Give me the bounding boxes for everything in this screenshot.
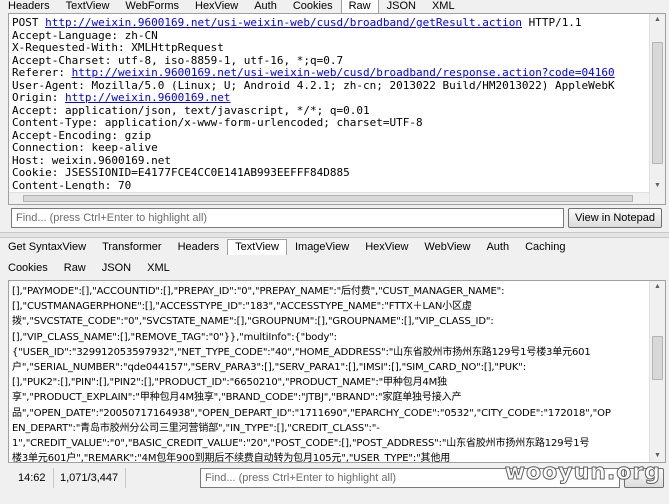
response-tab-hexview[interactable]: HexView [357,239,416,255]
request-raw-line-text: Accept-Charset: utf-8, iso-8859-1, utf-1… [12,53,344,67]
request-raw-line-text: Content-Type: application/x-www-form-url… [12,116,423,129]
request-raw-line-text: Content-Length: 70 [12,178,132,190]
request-raw-line-text: X-Requested-With: XMLHttpRequest [12,41,224,54]
response-tab-textview[interactable]: TextView [227,239,287,255]
request-raw-line-text: Cookie: JSESSIONID=E4177FCE4CC0E141AB993… [12,166,350,179]
response-text-body[interactable]: [],"PAYMODE":[],"ACCOUNTID":[],"PREPAY_I… [12,284,647,462]
status-position: 1,071/3,447 [54,468,126,488]
response-text-line: 楼3单元601户","REMARK":"4M包年900到期后不续费自动转为包月1… [12,453,451,462]
request-raw-line-text: Referer: [12,66,72,79]
response-tab-auth[interactable]: Auth [478,239,517,255]
request-raw-line-text: POST [12,17,46,29]
response-text-line: [],"PUK2":[],"PIN":[],"PIN2":[],"PRODUCT… [12,377,447,389]
response-text-line: EN_DEPART":"青岛市胶州分公司三里河营销部","IN_TYPE":[]… [12,422,380,434]
response-tab-bar-row2: Cookies Raw JSON XML [0,260,178,276]
response-tab-webview[interactable]: WebView [416,239,478,255]
request-tab-raw[interactable]: Raw [340,0,379,13]
request-raw-line-text: Accept-Language: zh-CN [12,28,158,42]
request-tab-hexview[interactable]: HexView [187,0,246,13]
response-tab-bar-row1: Get SyntaxView Transformer Headers TextV… [0,239,573,255]
request-tab-auth[interactable]: Auth [246,0,285,13]
response-text-line: 享","PRODUCT_EXPLAIN":"甲种包月4M独享","BRAND_C… [12,392,462,404]
response-vertical-scrollbar[interactable]: ▲ ▼ [649,281,665,462]
response-tab-cookies[interactable]: Cookies [0,260,56,276]
request-raw-text[interactable]: POST http://weixin.9600169.net/usi-weixi… [12,17,647,190]
pane-splitter[interactable] [0,232,669,238]
request-raw-line: Content-Length: 70 [12,178,647,190]
request-raw-line-text: Host: weixin.9600169.net [12,153,171,167]
request-vscroll-thumb[interactable] [652,42,663,164]
request-tab-bar: Headers TextView WebForms HexView Auth C… [0,0,463,13]
scroll-down-arrow-icon[interactable]: ▼ [650,450,665,462]
request-horizontal-scrollbar[interactable] [9,192,649,204]
request-find-input[interactable]: Find... (press Ctrl+Enter to highlight a… [11,208,564,228]
response-text-line: 1","CREDIT_VALUE":"0","BASIC_CREDIT_VALU… [12,438,590,450]
response-text-line: 拨","SVCSTATE_CODE":"0","SVCSTATE_NAME":[… [12,316,494,328]
response-text-line: [],"CUSTMANAGERPHONE":[],"ACCESSTYPE_ID"… [12,301,472,313]
response-tab-imageview[interactable]: ImageView [287,239,357,255]
scroll-up-arrow-icon[interactable]: ▲ [650,14,665,26]
request-url-link[interactable]: http://weixin.9600169.net [65,91,231,104]
status-bar: 14:62 1,071/3,447 Find... (press Ctrl+En… [0,466,669,490]
request-hscroll-thumb[interactable] [23,195,633,202]
response-tab-raw[interactable]: Raw [56,260,94,276]
response-tab-xml[interactable]: XML [139,260,178,276]
scroll-down-arrow-icon[interactable]: ▼ [650,180,665,192]
request-url-link[interactable]: http://weixin.9600169.net/usi-weixin-web… [72,66,615,79]
status-time: 14:62 [12,468,54,488]
view-in-notepad-button[interactable]: View in Notepad [568,208,662,228]
request-tab-headers[interactable]: Headers [0,0,58,13]
request-url-link[interactable]: http://weixin.9600169.net/usi-weixin-web… [45,17,522,29]
request-raw-line-text: Accept: application/json, text/javascrip… [12,103,370,117]
response-text-line: 品","OPEN_DATE":"20050717164938","OPEN_DE… [12,407,611,419]
request-tab-webforms[interactable]: WebForms [117,0,187,13]
response-text-pane[interactable]: [],"PAYMODE":[],"ACCOUNTID":[],"PREPAY_I… [8,280,666,463]
response-tab-caching[interactable]: Caching [517,239,573,255]
request-raw-line-text: Accept-Encoding: gzip [12,128,152,142]
request-raw-pane[interactable]: POST http://weixin.9600169.net/usi-weixi… [8,13,666,205]
request-tab-textview[interactable]: TextView [58,0,118,13]
request-raw-line-suffix: HTTP/1.1 [521,17,582,29]
request-tab-json[interactable]: JSON [379,0,424,13]
request-tab-xml[interactable]: XML [424,0,463,13]
request-raw-line-text: User-Agent: Mozilla/5.0 (Linux; U; Andro… [12,78,615,92]
response-find-input[interactable]: Find... (press Ctrl+Enter to highlight a… [200,468,620,488]
response-text-line: 户","SERIAL_NUMBER":"qde044157","SERV_PAR… [12,362,526,374]
response-text-line: {"USER_ID":"329912053597932","NET_TYPE_C… [12,346,591,358]
response-tab-headers[interactable]: Headers [170,239,228,255]
request-vertical-scrollbar[interactable]: ▲ ▼ [649,14,665,204]
response-text-line: [],"VIP_CLASS_NAME":[],"REMOVE_TAG":"0"}… [12,331,337,343]
request-tab-cookies[interactable]: Cookies [285,0,341,13]
response-tab-syntaxview[interactable]: Get SyntaxView [0,239,94,255]
response-vscroll-thumb[interactable] [652,336,663,380]
scroll-up-arrow-icon[interactable]: ▲ [650,281,665,293]
response-find-button[interactable] [624,468,664,488]
response-text-line: [],"PAYMODE":[],"ACCOUNTID":[],"PREPAY_I… [12,286,505,297]
request-raw-line-text: Connection: keep-alive [12,141,158,154]
response-tab-json[interactable]: JSON [94,260,139,276]
response-tab-transformer[interactable]: Transformer [94,239,170,255]
request-raw-line-text: Origin: [12,91,65,104]
